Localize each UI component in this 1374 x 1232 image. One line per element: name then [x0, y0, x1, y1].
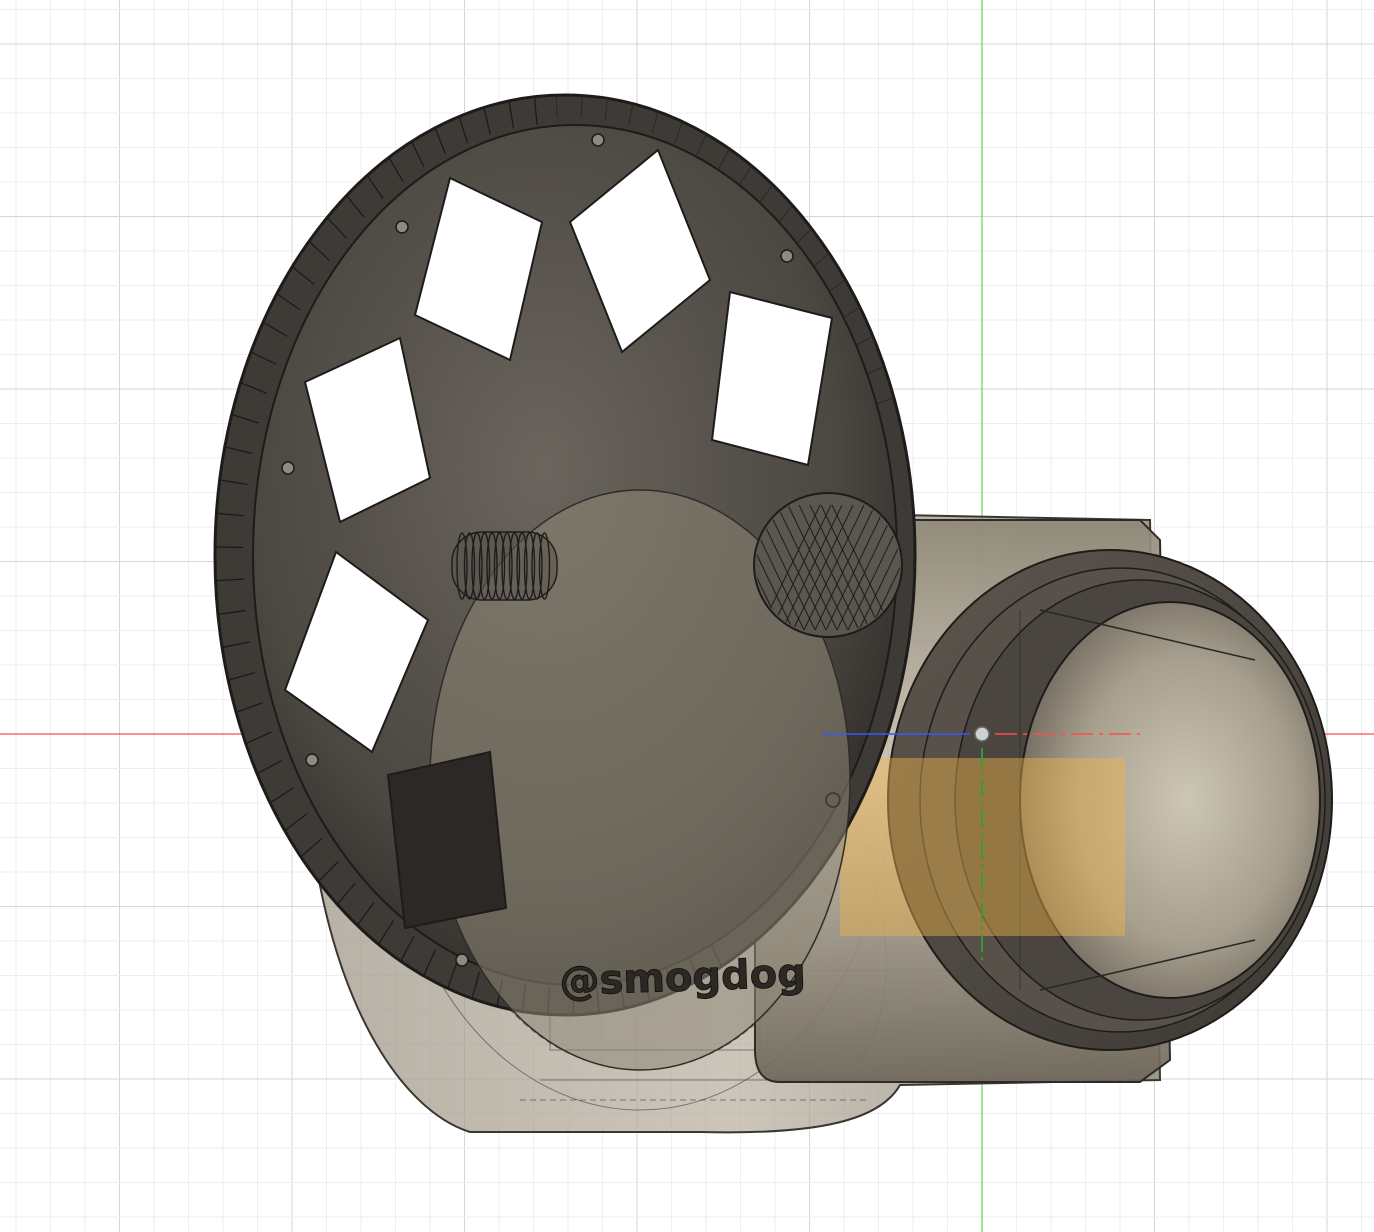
- origin-point[interactable]: [974, 726, 990, 742]
- engraved-label: @smogdog: [559, 950, 807, 1005]
- cad-viewport[interactable]: @smogdog: [0, 0, 1374, 1232]
- window-6[interactable]: [386, 750, 508, 930]
- wheel-tooth: [555, 95, 558, 118]
